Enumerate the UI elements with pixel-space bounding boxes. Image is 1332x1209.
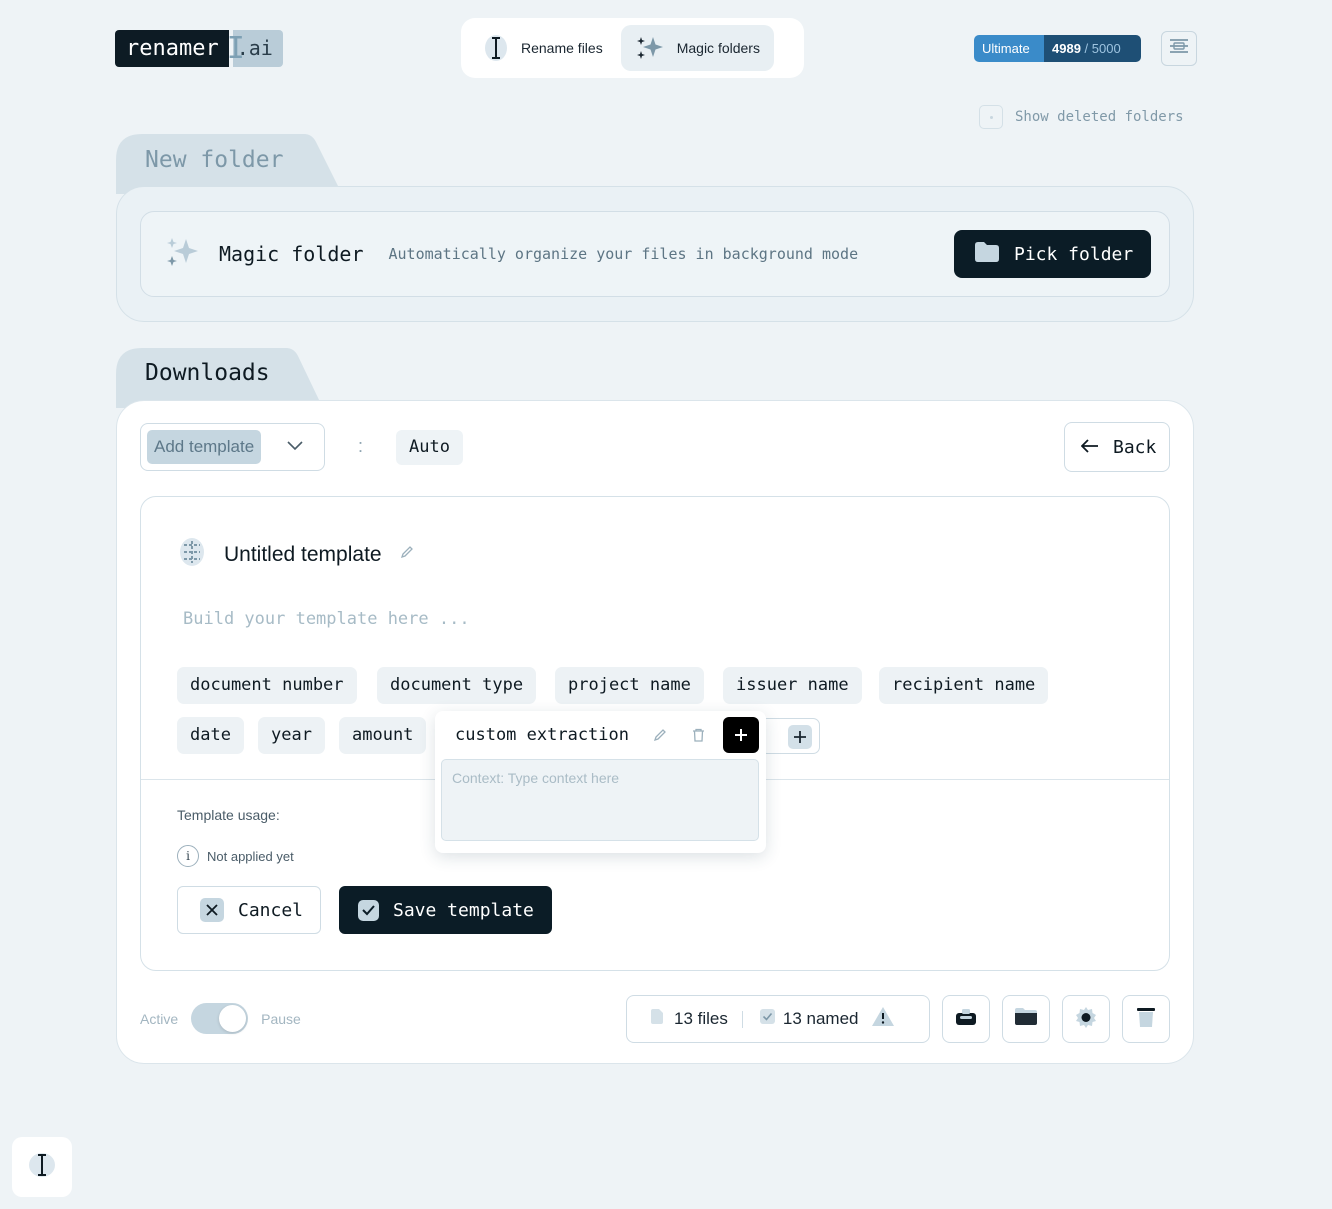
- chip-issuer-name[interactable]: issuer name: [723, 667, 862, 704]
- auto-chip[interactable]: Auto: [396, 430, 463, 465]
- back-label: Back: [1113, 436, 1157, 458]
- custom-extraction-popover: custom extraction Context: Type context …: [435, 711, 766, 853]
- chip-year[interactable]: year: [258, 717, 325, 754]
- active-pause-toggle[interactable]: Active Pause: [140, 1003, 301, 1034]
- checked-icon: [759, 1009, 775, 1029]
- chip-project-name[interactable]: project name: [555, 667, 704, 704]
- logo-main-text: renamer: [115, 30, 229, 67]
- template-usage-label: Template usage:: [177, 807, 280, 823]
- custom-extraction-label: custom extraction: [455, 725, 629, 745]
- add-custom-chip[interactable]: [760, 718, 820, 754]
- active-label: Active: [140, 1010, 179, 1027]
- info-icon: i: [177, 845, 199, 867]
- plan-badge[interactable]: Ultimate 4989 / 5000: [974, 35, 1141, 62]
- arrow-left-icon: [1080, 437, 1099, 458]
- plan-used: 4989: [1052, 41, 1081, 56]
- plan-usage: 4989 / 5000: [1044, 35, 1141, 62]
- named-count: 13 named: [782, 1009, 859, 1028]
- pick-folder-label: Pick folder: [1014, 243, 1134, 265]
- open-folder-button[interactable]: [1002, 995, 1050, 1043]
- settings-button[interactable]: [1062, 995, 1110, 1043]
- template-select-label: Add template: [147, 430, 262, 464]
- context-input[interactable]: Context: Type context here: [441, 759, 759, 841]
- show-deleted-label: Show deleted folders: [1015, 109, 1184, 125]
- magic-folders-tab[interactable]: Magic folders: [620, 25, 774, 71]
- magic-folders-label: Magic folders: [676, 40, 760, 56]
- template-name[interactable]: Untitled template: [224, 543, 382, 567]
- magic-folder-row: Magic folder Automatically organize your…: [140, 211, 1170, 297]
- warning-icon: [871, 1006, 895, 1032]
- plan-name: Ultimate: [974, 35, 1044, 62]
- save-template-label: Save template: [393, 899, 534, 921]
- trash-icon[interactable]: [692, 728, 705, 747]
- template-header: Untitled template: [178, 537, 414, 572]
- renamer-shortcut-button[interactable]: [12, 1137, 72, 1197]
- close-icon: [200, 898, 224, 922]
- template-builder-input[interactable]: Build your template here ...: [183, 609, 470, 629]
- menu-button[interactable]: [1161, 31, 1197, 66]
- chip-recipient-name[interactable]: recipient name: [879, 667, 1049, 704]
- pencil-icon[interactable]: [653, 728, 667, 747]
- cancel-label: Cancel: [238, 899, 304, 921]
- menu-icon: [1168, 38, 1190, 59]
- text-cursor-icon: [27, 1150, 57, 1185]
- separator: :: [358, 436, 364, 456]
- rename-files-tab[interactable]: Rename files: [469, 25, 617, 71]
- chip-document-number[interactable]: document number: [177, 667, 357, 704]
- gear-icon: [1074, 1005, 1098, 1034]
- robot-icon: [954, 1007, 978, 1032]
- folder-icon: [1014, 1007, 1038, 1031]
- sparkles-icon: [635, 35, 665, 61]
- plan-total: / 5000: [1084, 41, 1121, 56]
- magic-folder-title: Magic folder: [219, 242, 364, 266]
- usage-status-text: Not applied yet: [207, 848, 294, 864]
- delete-button[interactable]: [1122, 995, 1170, 1043]
- trash-icon: [1136, 1006, 1156, 1033]
- robot-button[interactable]: [942, 995, 990, 1043]
- magic-folder-description: Automatically organize your files in bac…: [388, 245, 859, 263]
- save-template-button[interactable]: Save template: [339, 886, 552, 934]
- logo-cursor-icon: I: [227, 30, 245, 67]
- folder-icon: [974, 241, 1000, 268]
- files-count: 13 files: [674, 1009, 728, 1028]
- template-select[interactable]: Add template: [140, 423, 325, 471]
- check-icon: [358, 899, 379, 921]
- stats-bar[interactable]: 13 files 13 named: [626, 995, 930, 1043]
- plus-icon[interactable]: [788, 725, 812, 749]
- pick-folder-button[interactable]: Pick folder: [954, 230, 1151, 278]
- toggle-switch[interactable]: [191, 1003, 249, 1034]
- pause-label: Pause: [261, 1010, 301, 1027]
- template-usage-status: i Not applied yet: [177, 845, 294, 867]
- chip-date[interactable]: date: [177, 717, 244, 754]
- show-deleted-toggle[interactable]: Show deleted folders: [979, 105, 1184, 129]
- back-button[interactable]: Back: [1064, 422, 1170, 472]
- logo: renamer I .ai: [115, 30, 283, 67]
- cancel-button[interactable]: Cancel: [177, 886, 321, 934]
- text-cursor-icon: [483, 33, 509, 63]
- chevron-down-icon: [287, 438, 303, 456]
- new-folder-tab-title: New folder: [145, 147, 284, 173]
- file-icon: [650, 1008, 664, 1030]
- mode-switch: Rename files Magic folders: [461, 18, 804, 78]
- pencil-icon[interactable]: [400, 545, 414, 564]
- chip-document-type[interactable]: document type: [377, 667, 537, 704]
- chip-amount[interactable]: amount: [339, 717, 427, 754]
- show-deleted-checkbox[interactable]: [979, 105, 1003, 129]
- add-extraction-button[interactable]: [723, 717, 759, 753]
- template-icon: [178, 537, 206, 572]
- downloads-tab-title: Downloads: [145, 360, 270, 386]
- rename-files-label: Rename files: [521, 40, 603, 56]
- magic-sparkles-icon: [165, 236, 201, 273]
